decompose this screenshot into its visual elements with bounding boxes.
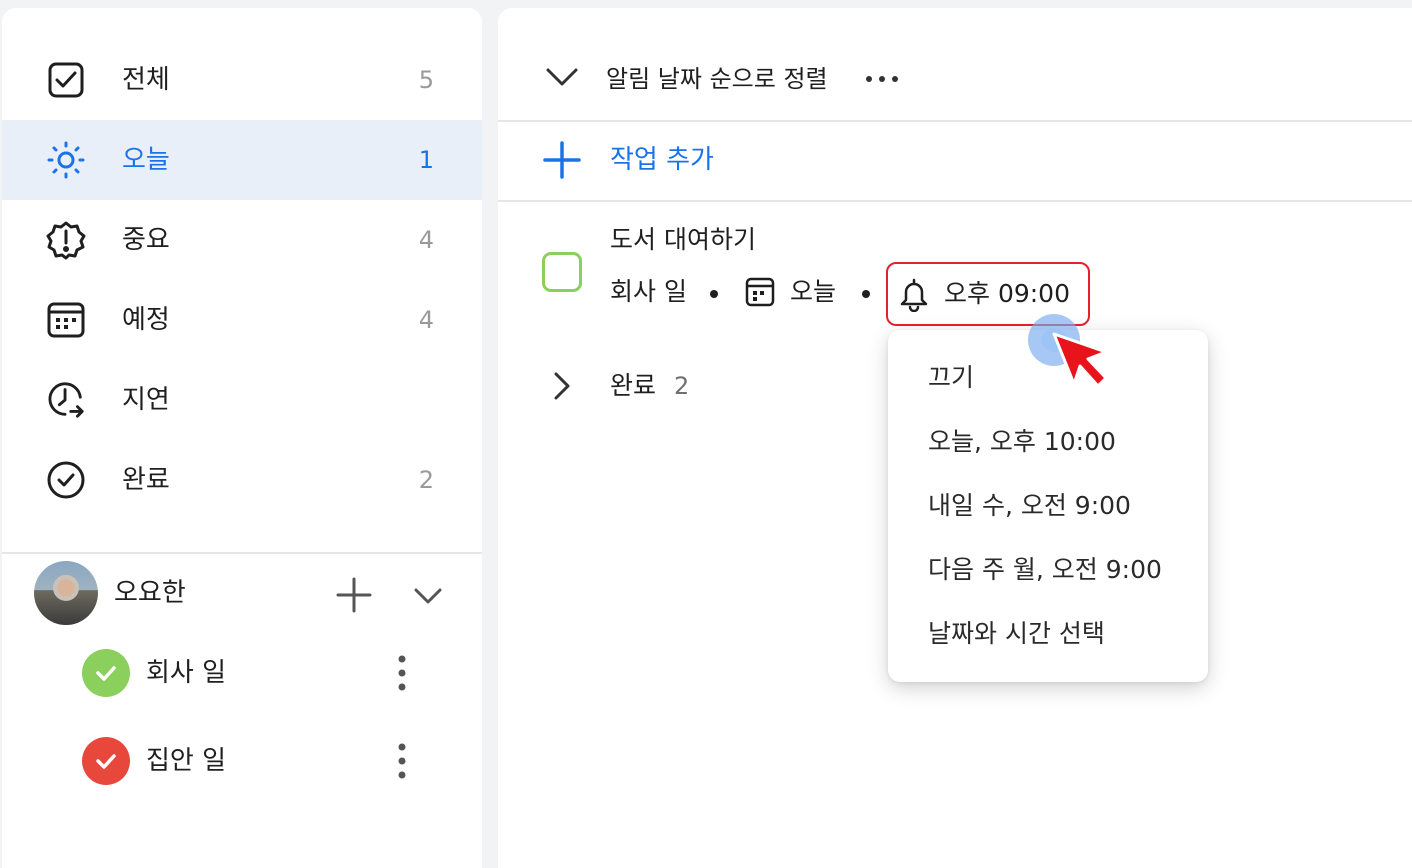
nav-item-completed[interactable]: 완료 2 (2, 440, 482, 520)
list-item-work[interactable]: 회사 일 (2, 633, 482, 713)
nav-item-scheduled[interactable]: 예정 4 (2, 280, 482, 360)
overdue-clock-icon (46, 380, 86, 420)
menu-item-today-10pm[interactable]: 오늘, 오후 10:00 (888, 410, 1208, 474)
separator-dot (862, 290, 870, 298)
sidebar: 전체 5 오늘 1 중요 4 예정 4 지연 완료 2 오요한 회사 일 집안 … (2, 8, 482, 868)
nav-count: 4 (418, 306, 434, 334)
sun-icon (46, 140, 86, 180)
add-task-button[interactable]: 작업 추가 (498, 122, 1412, 200)
sort-label[interactable]: 알림 날짜 순으로 정렬 (606, 62, 828, 96)
list-label: 회사 일 (146, 658, 227, 688)
account-name: 오요한 (114, 578, 186, 608)
reminder-time: 오후 09:00 (944, 279, 1070, 308)
cursor-arrow-icon (1052, 332, 1108, 388)
chevron-down-icon[interactable] (542, 60, 582, 100)
menu-item-tomorrow-9am[interactable]: 내일 수, 오전 9:00 (888, 474, 1208, 538)
account-row: 오요한 (2, 561, 482, 641)
task-checkbox[interactable] (542, 252, 582, 292)
nav-item-today[interactable]: 오늘 1 (2, 120, 482, 200)
bell-icon (898, 278, 930, 313)
plus-icon (542, 140, 582, 180)
calendar-icon (744, 276, 776, 308)
separator-dot (710, 290, 718, 298)
add-task-label: 작업 추가 (610, 145, 714, 175)
toolbar: 알림 날짜 순으로 정렬 (498, 8, 1412, 120)
chevron-right-icon (546, 366, 578, 406)
important-badge-icon (46, 220, 86, 260)
reminder-menu: 끄기 오늘, 오후 10:00 내일 수, 오전 9:00 다음 주 월, 오전… (888, 330, 1208, 682)
nav-count: 1 (418, 146, 434, 174)
checkbox-icon (46, 60, 86, 100)
menu-item-next-week-9am[interactable]: 다음 주 월, 오전 9:00 (888, 538, 1208, 602)
task-list-name: 회사 일 (610, 277, 687, 306)
avatar[interactable] (34, 561, 98, 625)
nav-label: 지연 (122, 385, 170, 415)
calendar-icon (46, 300, 86, 340)
sidebar-divider (2, 552, 482, 554)
list-item-home[interactable]: 집안 일 (2, 721, 482, 801)
add-task-divider (498, 200, 1412, 202)
nav-item-all[interactable]: 전체 5 (2, 40, 482, 120)
add-list-button[interactable] (334, 575, 374, 615)
nav-item-overdue[interactable]: 지연 (2, 360, 482, 440)
chevron-down-icon[interactable] (408, 575, 448, 615)
nav-item-important[interactable]: 중요 4 (2, 200, 482, 280)
completed-count: 2 (674, 372, 690, 400)
list-label: 집안 일 (146, 746, 227, 776)
more-vertical-icon[interactable] (390, 741, 414, 781)
task-due-date: 오늘 (790, 277, 837, 306)
menu-item-pick-date-time[interactable]: 날짜와 시간 선택 (888, 602, 1208, 666)
task-title: 도서 대여하기 (610, 225, 756, 254)
nav-label: 완료 (122, 465, 170, 495)
nav-label: 오늘 (122, 145, 170, 175)
nav-label: 중요 (122, 225, 170, 255)
check-badge-icon (82, 737, 130, 785)
more-horizontal-icon[interactable] (862, 64, 902, 94)
nav-count: 4 (418, 226, 434, 254)
completed-section-toggle[interactable]: 완료 2 (498, 356, 898, 416)
nav-label: 전체 (122, 65, 170, 95)
nav-count: 2 (418, 466, 434, 494)
nav-count: 5 (418, 66, 434, 94)
completed-label: 완료 (610, 371, 657, 400)
check-badge-icon (82, 649, 130, 697)
check-circle-icon (46, 460, 86, 500)
more-vertical-icon[interactable] (390, 653, 414, 693)
nav-label: 예정 (122, 305, 170, 335)
